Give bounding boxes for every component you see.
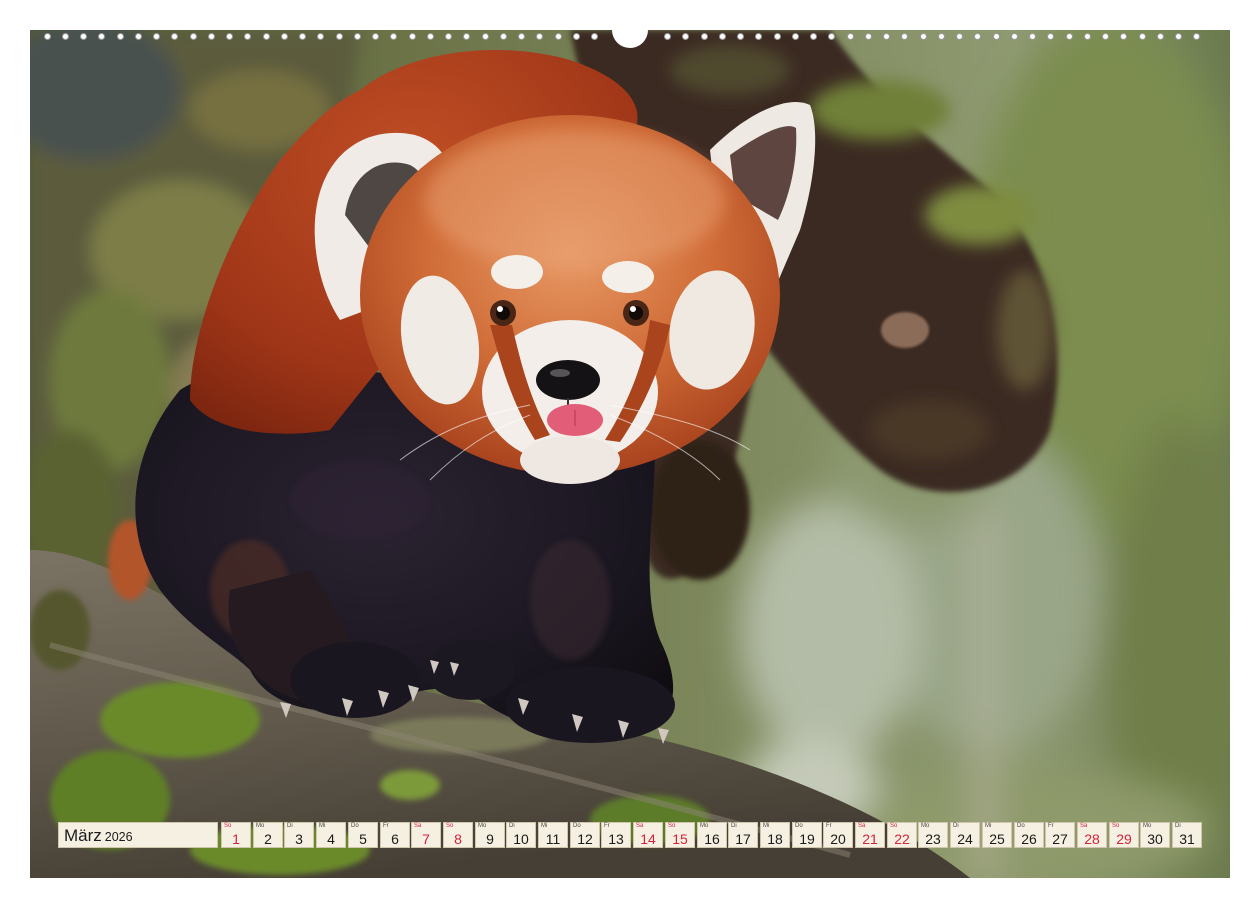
day-weekday: Do xyxy=(795,823,803,829)
day-cell: So 15 xyxy=(665,822,695,848)
day-cell: Di 3 xyxy=(284,822,314,848)
day-number: 2 xyxy=(264,831,272,847)
day-weekday: So xyxy=(890,823,898,829)
day-weekday: Fr xyxy=(826,823,832,829)
day-weekday: So xyxy=(1112,823,1120,829)
calendar-photo xyxy=(30,30,1230,878)
day-cell: Mo 9 xyxy=(475,822,505,848)
day-number: 14 xyxy=(640,831,656,847)
day-weekday: Mo xyxy=(700,823,709,829)
day-cell: Sa 7 xyxy=(411,822,441,848)
day-weekday: Fr xyxy=(383,823,389,829)
day-cell: Di 17 xyxy=(728,822,758,848)
day-number: 4 xyxy=(327,831,335,847)
day-number: 23 xyxy=(925,831,941,847)
month-year: 2026 xyxy=(104,830,133,844)
day-cell: Mi 18 xyxy=(760,822,790,848)
day-number: 5 xyxy=(359,831,367,847)
day-number: 17 xyxy=(735,831,751,847)
day-cell: Di 24 xyxy=(950,822,980,848)
day-weekday: Sa xyxy=(1080,823,1088,829)
day-number: 27 xyxy=(1052,831,1068,847)
month-name: März xyxy=(64,826,102,845)
day-weekday: Di xyxy=(509,823,515,829)
day-number: 7 xyxy=(422,831,430,847)
day-number: 25 xyxy=(989,831,1005,847)
day-weekday: Di xyxy=(1175,823,1181,829)
day-weekday: Mo xyxy=(921,823,930,829)
day-weekday: Sa xyxy=(636,823,644,829)
day-weekday: Do xyxy=(351,823,359,829)
day-cell: Mi 25 xyxy=(982,822,1012,848)
day-number: 30 xyxy=(1147,831,1163,847)
day-weekday: Mi xyxy=(985,823,992,829)
day-number: 18 xyxy=(767,831,783,847)
day-cell: Mi 4 xyxy=(316,822,346,848)
day-cell: So 8 xyxy=(443,822,473,848)
day-number: 1 xyxy=(232,831,240,847)
day-number: 9 xyxy=(486,831,494,847)
day-weekday: Mo xyxy=(1143,823,1152,829)
day-weekday: Do xyxy=(1017,823,1025,829)
day-number: 3 xyxy=(295,831,303,847)
day-cell: Fr 6 xyxy=(380,822,410,848)
month-label: März 2026 xyxy=(58,822,218,848)
day-weekday: Sa xyxy=(414,823,422,829)
day-weekday: So xyxy=(224,823,232,829)
day-weekday: Di xyxy=(731,823,737,829)
day-cell: Fr 20 xyxy=(823,822,853,848)
day-cell: So 29 xyxy=(1109,822,1139,848)
day-number: 11 xyxy=(545,831,561,847)
day-cell: Do 19 xyxy=(792,822,822,848)
day-weekday: So xyxy=(668,823,676,829)
day-weekday: Fr xyxy=(604,823,610,829)
day-weekday: Mo xyxy=(478,823,487,829)
day-number: 10 xyxy=(513,831,529,847)
day-number: 8 xyxy=(454,831,462,847)
day-cell: Di 31 xyxy=(1172,822,1202,848)
day-weekday: Mi xyxy=(319,823,326,829)
day-cell: Fr 13 xyxy=(601,822,631,848)
day-cell: So 22 xyxy=(887,822,917,848)
day-cell: Di 10 xyxy=(506,822,536,848)
day-cell: Mo 30 xyxy=(1140,822,1170,848)
day-number: 31 xyxy=(1179,831,1195,847)
day-number: 24 xyxy=(957,831,973,847)
day-number: 22 xyxy=(894,831,910,847)
day-cell: Mi 11 xyxy=(538,822,568,848)
day-weekday: Mo xyxy=(256,823,265,829)
day-cell: Fr 27 xyxy=(1045,822,1075,848)
day-cell: Do 5 xyxy=(348,822,378,848)
day-cell: Sa 14 xyxy=(633,822,663,848)
day-cell: Mo 16 xyxy=(697,822,727,848)
day-cell: So 1 xyxy=(221,822,251,848)
day-cell: Do 12 xyxy=(570,822,600,848)
day-cell: Mo 23 xyxy=(918,822,948,848)
day-weekday: Do xyxy=(573,823,581,829)
day-number: 6 xyxy=(391,831,399,847)
day-weekday: So xyxy=(446,823,454,829)
day-number: 16 xyxy=(704,831,720,847)
day-number: 28 xyxy=(1084,831,1100,847)
day-number: 19 xyxy=(799,831,815,847)
day-cell: Sa 28 xyxy=(1077,822,1107,848)
day-cell: Do 26 xyxy=(1014,822,1044,848)
day-weekday: Mi xyxy=(763,823,770,829)
day-cell: Mo 2 xyxy=(253,822,283,848)
day-number: 29 xyxy=(1116,831,1132,847)
day-number: 15 xyxy=(672,831,688,847)
day-weekday: Di xyxy=(287,823,293,829)
day-cell: Sa 21 xyxy=(855,822,885,848)
day-number: 21 xyxy=(862,831,878,847)
day-number: 20 xyxy=(830,831,846,847)
day-weekday: Sa xyxy=(858,823,866,829)
day-weekday: Di xyxy=(953,823,959,829)
day-number: 26 xyxy=(1021,831,1037,847)
day-weekday: Mi xyxy=(541,823,548,829)
day-number: 13 xyxy=(608,831,624,847)
day-number: 12 xyxy=(577,831,593,847)
day-weekday: Fr xyxy=(1048,823,1054,829)
